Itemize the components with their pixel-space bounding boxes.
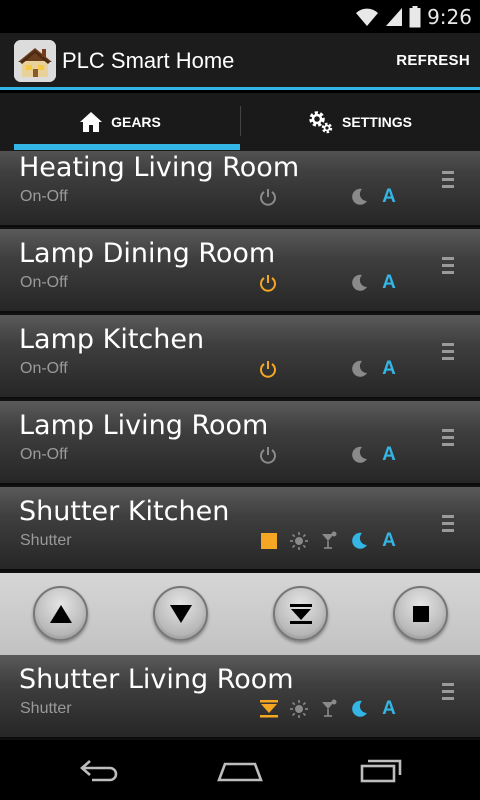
home-button[interactable] [216, 752, 264, 788]
status-bar: 9:26 [0, 0, 480, 33]
sun-icon[interactable] [288, 529, 310, 553]
battery-icon [409, 5, 421, 27]
tab-gears[interactable]: GEARS [0, 93, 240, 151]
row-menu-icon[interactable] [442, 343, 454, 365]
gear-row-shutter-living-room[interactable]: Shutter Living Room Shutter A [0, 655, 480, 739]
power-icon[interactable] [257, 271, 279, 295]
cocktail-icon[interactable] [318, 697, 340, 721]
row-menu-icon[interactable] [442, 429, 454, 451]
power-icon[interactable] [257, 185, 279, 209]
wifi-icon [356, 8, 379, 26]
power-icon[interactable] [257, 443, 279, 467]
tab-selected-indicator [14, 144, 240, 150]
auto-mode-icon[interactable]: A [378, 185, 400, 209]
refresh-button[interactable]: REFRESH [396, 52, 470, 69]
moon-icon[interactable] [348, 443, 370, 467]
back-button[interactable] [76, 752, 124, 788]
gear-row-shutter-kitchen[interactable]: Shutter Kitchen Shutter A [0, 487, 480, 571]
tab-gears-label: GEARS [111, 114, 161, 130]
moon-icon[interactable] [348, 185, 370, 209]
shutter-lower-position-button[interactable] [273, 586, 328, 641]
moon-icon[interactable] [348, 697, 370, 721]
moon-icon[interactable] [348, 529, 370, 553]
shutter-stop-button[interactable] [393, 586, 448, 641]
recents-icon [360, 759, 402, 783]
row-menu-icon[interactable] [442, 683, 454, 705]
triangle-down-icon [169, 604, 192, 623]
auto-mode-icon[interactable]: A [378, 271, 400, 295]
auto-mode-icon[interactable]: A [378, 697, 400, 721]
shutter-up-button[interactable] [33, 586, 88, 641]
action-bar: PLC Smart Home REFRESH [0, 33, 480, 90]
gear-title: Lamp Kitchen [19, 324, 205, 355]
triangle-up-icon [49, 604, 72, 623]
gear-title: Shutter Living Room [19, 664, 294, 695]
gear-row-lamp-dining-room[interactable]: Lamp Dining Room On-Off A [0, 229, 480, 313]
gear-title: Lamp Dining Room [19, 238, 276, 269]
status-time: 9:26 [427, 4, 472, 29]
home-icon [80, 112, 103, 132]
gear-title: Heating Living Room [19, 152, 300, 183]
app-logo-icon [14, 40, 56, 82]
auto-mode-icon[interactable]: A [378, 357, 400, 381]
moon-icon[interactable] [348, 357, 370, 381]
lower-to-position-icon [289, 603, 312, 624]
tab-bar: GEARS SETTINGS [0, 93, 480, 151]
sun-icon[interactable] [288, 697, 310, 721]
back-icon [80, 760, 118, 782]
auto-mode-icon[interactable]: A [378, 529, 400, 553]
gear-row-lamp-living-room[interactable]: Lamp Living Room On-Off A [0, 401, 480, 485]
tab-settings[interactable]: SETTINGS [240, 93, 480, 151]
navigation-bar [0, 740, 480, 800]
moon-icon[interactable] [348, 271, 370, 295]
gear-title: Shutter Kitchen [19, 496, 230, 527]
home-nav-icon [217, 762, 263, 782]
stop-icon [412, 605, 429, 622]
auto-mode-icon[interactable]: A [378, 443, 400, 467]
stop-state-icon[interactable] [258, 529, 280, 553]
gear-row-lamp-kitchen[interactable]: Lamp Kitchen On-Off A [0, 315, 480, 399]
tab-settings-label: SETTINGS [341, 114, 412, 130]
row-menu-icon[interactable] [442, 257, 454, 279]
power-icon[interactable] [257, 357, 279, 381]
lowered-state-icon[interactable] [258, 697, 280, 721]
app-title: PLC Smart Home [62, 48, 235, 73]
recents-button[interactable] [356, 752, 404, 788]
gear-row-heating-living-room[interactable]: Heating Living Room On-Off A [0, 151, 480, 227]
shutter-control-bar [0, 573, 480, 655]
row-menu-icon[interactable] [442, 515, 454, 537]
row-menu-icon[interactable] [442, 171, 454, 193]
shutter-down-button[interactable] [153, 586, 208, 641]
gears-icon [309, 111, 333, 134]
gear-title: Lamp Living Room [19, 410, 269, 441]
cocktail-icon[interactable] [318, 529, 340, 553]
gear-list[interactable]: Heating Living Room On-Off A Lamp Dining… [0, 151, 480, 740]
signal-icon [386, 7, 403, 26]
